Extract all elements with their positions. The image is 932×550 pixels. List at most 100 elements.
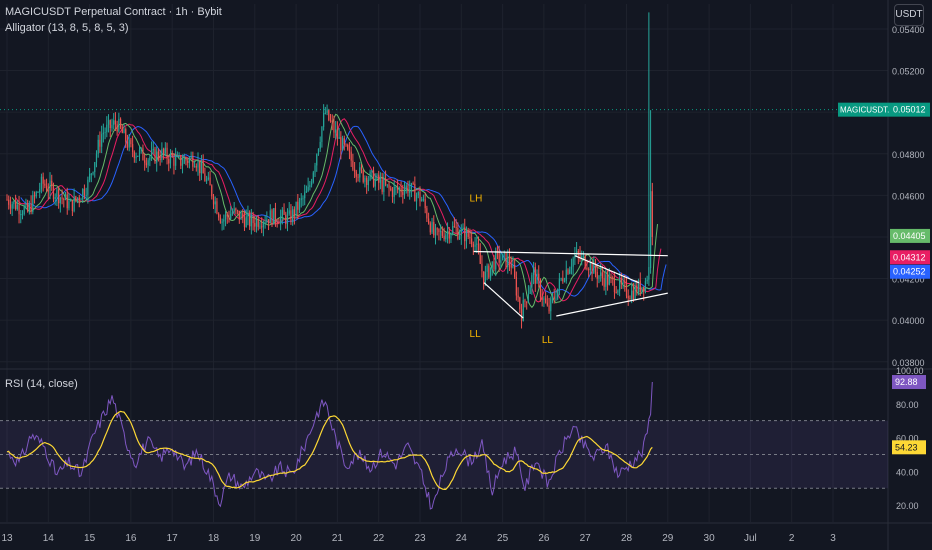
candle-body	[352, 160, 354, 170]
candle-body	[116, 124, 118, 132]
candle-body	[293, 209, 295, 216]
candle-body	[56, 189, 58, 198]
candle-body	[615, 291, 617, 293]
time-tick-label: 16	[125, 533, 137, 544]
candle-body	[524, 300, 526, 302]
candle-body	[469, 236, 471, 239]
candle-body	[125, 129, 127, 142]
candle-body	[619, 278, 621, 291]
candle-body	[374, 179, 376, 187]
candle-body	[636, 285, 638, 293]
candle-body	[405, 185, 407, 190]
candle-body	[245, 216, 247, 227]
candle-body	[207, 177, 209, 180]
candle-body	[255, 219, 258, 227]
candle-body	[412, 183, 414, 185]
candle-body	[25, 202, 27, 208]
candle-body	[161, 148, 163, 160]
candle-body	[378, 174, 380, 183]
candle-body	[243, 218, 246, 227]
candle-body	[192, 156, 194, 167]
candle-body	[631, 290, 633, 300]
candle-body	[206, 179, 208, 182]
candle-body	[551, 296, 554, 299]
candle-body	[546, 302, 548, 306]
candle-body	[417, 191, 419, 196]
candle-body	[264, 222, 266, 224]
candle-body	[414, 183, 416, 202]
candle-body	[601, 272, 604, 279]
candle-body	[154, 148, 156, 163]
price-chart-svg[interactable]: 0.038000.040000.042000.044000.046000.048…	[0, 0, 932, 550]
candle-body	[400, 188, 402, 193]
candle-body	[431, 222, 433, 233]
candle-body	[23, 207, 25, 215]
candle-body	[455, 226, 457, 229]
candle-body	[175, 156, 177, 166]
candle-body	[582, 255, 585, 257]
candle-body	[569, 269, 571, 274]
candle-body	[281, 209, 283, 217]
time-tick-label: 15	[84, 533, 96, 544]
candle-body	[128, 139, 130, 148]
candle-body	[199, 161, 201, 174]
time-tick-label: 14	[43, 533, 55, 544]
candle-body	[407, 185, 409, 193]
candle-body	[651, 191, 653, 237]
currency-button[interactable]: USDT	[894, 4, 924, 26]
candle-body	[453, 226, 456, 228]
candle-body	[362, 170, 364, 182]
candle-body	[471, 238, 473, 244]
candle-body	[515, 276, 517, 296]
candle-body	[173, 157, 175, 166]
candle-body	[283, 209, 285, 215]
chart-container[interactable]: 0.038000.040000.042000.044000.046000.048…	[0, 0, 932, 550]
candle-body	[297, 201, 299, 210]
candle-body	[305, 191, 308, 193]
candle-body	[648, 267, 650, 280]
candle-body	[403, 189, 406, 195]
candle-body	[538, 273, 540, 281]
candle-body	[338, 137, 340, 139]
candle-body	[307, 186, 309, 192]
candle-body	[176, 155, 178, 157]
candle-body	[572, 258, 574, 267]
candle-body	[214, 201, 216, 205]
pattern-annotation: LH	[470, 194, 483, 205]
candle-body	[367, 179, 369, 186]
price-axis-tag-value: 0.05012	[893, 105, 926, 115]
candle-body	[70, 199, 72, 202]
candle-body	[242, 213, 244, 219]
candle-body	[624, 281, 626, 283]
candle-body	[543, 298, 545, 300]
candle-body	[467, 230, 469, 237]
candle-body	[539, 280, 542, 298]
candle-body	[369, 171, 371, 180]
candle-body	[211, 185, 213, 197]
candle-body	[340, 137, 342, 151]
candle-body	[550, 298, 552, 312]
candle-body	[424, 199, 426, 209]
candle-body	[133, 151, 135, 159]
candle-body	[384, 179, 387, 185]
candle-body	[137, 155, 139, 157]
candle-body	[644, 281, 647, 292]
candle-body	[526, 301, 528, 303]
candle-body	[610, 276, 612, 278]
candle-body	[88, 173, 91, 180]
candle-body	[298, 199, 301, 210]
rsi-value-tag-label: 92.88	[895, 377, 918, 387]
candle-body	[195, 166, 197, 168]
candle-body	[532, 267, 535, 276]
candle-body	[285, 214, 287, 224]
candle-body	[92, 172, 94, 174]
candle-body	[42, 176, 44, 184]
candle-body	[324, 112, 326, 114]
candle-body	[446, 230, 449, 235]
candle-body	[395, 186, 397, 188]
time-tick-label: 18	[208, 533, 220, 544]
candle-body	[240, 213, 242, 220]
candle-body	[106, 124, 108, 133]
candle-body	[292, 209, 294, 223]
candle-body	[209, 177, 211, 186]
